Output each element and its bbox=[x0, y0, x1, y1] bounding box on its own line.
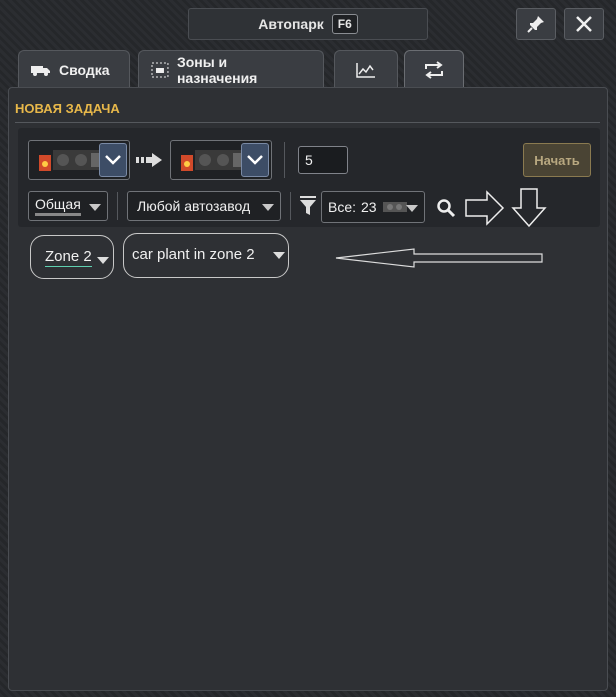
truck-icon bbox=[31, 65, 50, 76]
zones-icon bbox=[151, 62, 169, 77]
chevron-down-icon[interactable] bbox=[99, 143, 127, 177]
divider bbox=[117, 192, 118, 220]
caret-down-icon bbox=[262, 204, 274, 211]
section-title: НОВАЯ ЗАДАЧА bbox=[15, 101, 120, 116]
zone-annotation-label: Zone 2 bbox=[45, 247, 92, 267]
caret-down-icon bbox=[97, 257, 109, 264]
source-item-select[interactable] bbox=[28, 140, 130, 180]
arrow-left-outline-icon bbox=[335, 248, 543, 268]
close-icon bbox=[576, 16, 592, 32]
tab-routes[interactable] bbox=[404, 50, 464, 88]
tab-statistics[interactable] bbox=[334, 50, 398, 88]
chevron-down-icon[interactable] bbox=[241, 143, 269, 177]
chart-icon bbox=[356, 62, 375, 78]
window-title-bar: Автопарк F6 bbox=[188, 8, 428, 40]
tab-summary[interactable]: Сводка bbox=[18, 50, 130, 88]
zone-annotation: Zone 2 bbox=[30, 235, 114, 279]
pin-icon bbox=[527, 16, 544, 33]
tab-summary-label: Сводка bbox=[59, 61, 110, 78]
hotkey-badge: F6 bbox=[331, 14, 358, 34]
plant-annotation: car plant in zone 2 bbox=[123, 233, 289, 278]
engine-icon bbox=[382, 202, 407, 212]
quantity-input[interactable]: 5 bbox=[298, 146, 348, 174]
divider bbox=[15, 122, 600, 123]
target-item-select[interactable] bbox=[170, 140, 272, 180]
divider bbox=[290, 192, 291, 220]
tab-zones-label: Зоны и назначения bbox=[176, 53, 258, 86]
window-title: Автопарк bbox=[258, 16, 324, 32]
vehicle-filter-select[interactable]: Все: 23 bbox=[321, 191, 425, 223]
plant-select[interactable]: Любой автозавод bbox=[127, 191, 281, 221]
pin-button[interactable] bbox=[516, 8, 556, 40]
filter-prefix: Все: bbox=[328, 199, 357, 215]
close-button[interactable] bbox=[564, 8, 604, 40]
caret-down-icon bbox=[406, 205, 418, 212]
arrow-right-outline-icon bbox=[465, 190, 505, 226]
filter-count: 23 bbox=[361, 199, 377, 215]
caret-down-icon bbox=[273, 252, 285, 259]
task-type-select[interactable]: Общая bbox=[28, 191, 108, 221]
arrow-right-icon bbox=[136, 153, 162, 167]
filter-icon[interactable] bbox=[300, 196, 316, 216]
start-button[interactable]: Начать bbox=[523, 143, 591, 177]
swap-arrows-icon bbox=[425, 60, 443, 79]
divider bbox=[284, 142, 285, 178]
search-icon[interactable] bbox=[436, 198, 456, 218]
plant-annotation-label: car plant in zone 2 bbox=[132, 246, 255, 263]
tab-zones[interactable]: Зоны и назначения bbox=[138, 50, 324, 88]
arrow-down-outline-icon bbox=[511, 188, 547, 228]
plant-select-label: Любой автозавод bbox=[137, 198, 251, 214]
task-type-label: Общая bbox=[35, 196, 81, 216]
caret-down-icon bbox=[89, 204, 101, 211]
